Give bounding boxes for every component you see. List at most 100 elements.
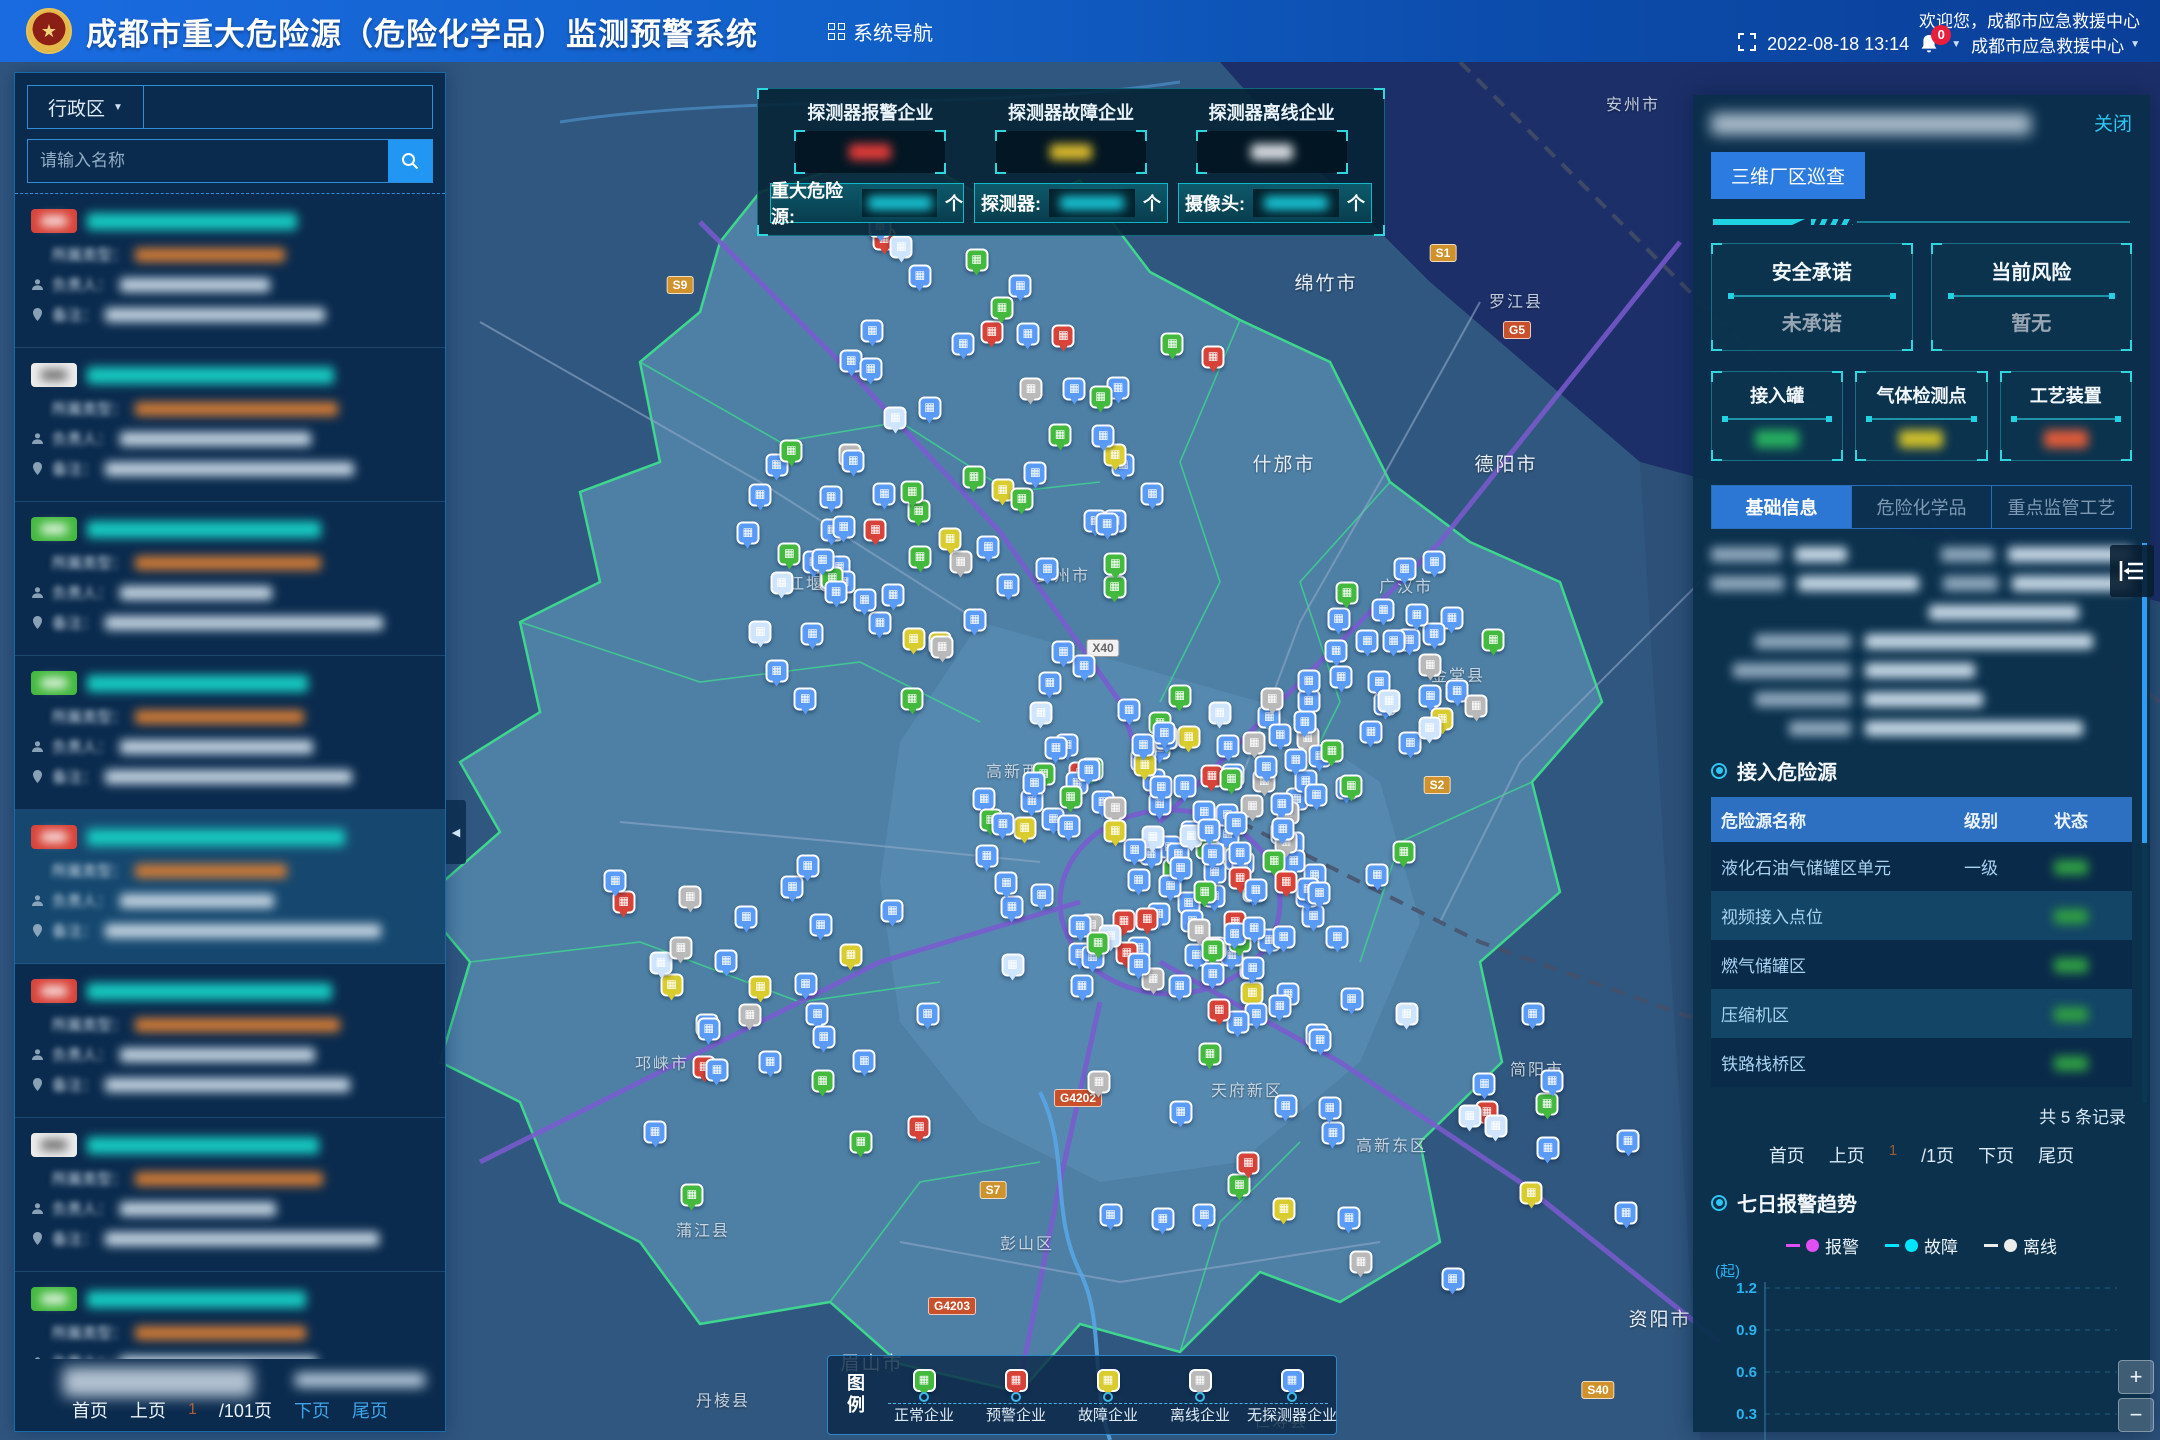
enterprise-map-pin[interactable]: ▦ bbox=[1104, 819, 1127, 842]
enterprise-map-pin[interactable]: ▦ bbox=[1418, 717, 1441, 740]
page-first-link[interactable]: 首页 bbox=[72, 1397, 108, 1423]
enterprise-map-pin[interactable]: ▦ bbox=[1326, 926, 1349, 949]
enterprise-map-pin[interactable]: ▦ bbox=[1617, 1129, 1640, 1152]
enterprise-map-pin[interactable]: ▦ bbox=[1029, 702, 1052, 725]
enterprise-map-pin[interactable]: ▦ bbox=[1521, 1003, 1544, 1026]
enterprise-map-pin[interactable]: ▦ bbox=[1141, 483, 1164, 506]
enterprise-map-pin[interactable]: ▦ bbox=[1270, 792, 1293, 815]
enterprise-map-pin[interactable]: ▦ bbox=[1059, 786, 1082, 809]
enterprise-map-pin[interactable]: ▦ bbox=[1241, 957, 1264, 980]
enterprise-map-pin[interactable]: ▦ bbox=[1225, 811, 1248, 834]
hazard-table-row[interactable]: 液化石油气储罐区单元一级 bbox=[1711, 842, 2132, 891]
enterprise-map-pin[interactable]: ▦ bbox=[1198, 819, 1221, 842]
enterprise-map-pin[interactable]: ▦ bbox=[931, 636, 954, 659]
enterprise-map-pin[interactable]: ▦ bbox=[1297, 670, 1320, 693]
enterprise-map-pin[interactable]: ▦ bbox=[1161, 333, 1184, 356]
enterprise-map-pin[interactable]: ▦ bbox=[1520, 1181, 1543, 1204]
enterprise-map-pin[interactable]: ▦ bbox=[1092, 425, 1115, 448]
enterprise-map-pin[interactable]: ▦ bbox=[759, 1051, 782, 1074]
enterprise-map-pin[interactable]: ▦ bbox=[1473, 1072, 1496, 1095]
enterprise-map-pin[interactable]: ▦ bbox=[908, 1116, 931, 1139]
panel-collapse-button[interactable] bbox=[2110, 545, 2154, 597]
enterprise-map-pin[interactable]: ▦ bbox=[882, 583, 905, 606]
enterprise-map-pin[interactable]: ▦ bbox=[1173, 774, 1196, 797]
enterprise-map-pin[interactable]: ▦ bbox=[881, 900, 904, 923]
enterprise-list-item[interactable]: 所属类型：负责人：备注： bbox=[15, 964, 445, 1118]
enterprise-map-pin[interactable]: ▦ bbox=[1201, 939, 1224, 962]
enterprise-map-pin[interactable]: ▦ bbox=[1441, 1267, 1464, 1290]
enterprise-map-pin[interactable]: ▦ bbox=[1419, 685, 1442, 708]
enterprise-map-pin[interactable]: ▦ bbox=[765, 660, 788, 683]
enterprise-list-item[interactable]: 所属类型：负责人：备注： bbox=[15, 348, 445, 502]
enterprise-map-pin[interactable]: ▦ bbox=[1208, 702, 1231, 725]
enterprise-map-pin[interactable]: ▦ bbox=[1198, 1042, 1221, 1065]
enterprise-map-pin[interactable]: ▦ bbox=[1340, 988, 1363, 1011]
enterprise-map-pin[interactable]: ▦ bbox=[1536, 1136, 1559, 1159]
enterprise-map-pin[interactable]: ▦ bbox=[1309, 1028, 1332, 1051]
enterprise-map-pin[interactable]: ▦ bbox=[1458, 1105, 1481, 1128]
enterprise-map-pin[interactable]: ▦ bbox=[873, 483, 896, 506]
enterprise-map-pin[interactable]: ▦ bbox=[1320, 740, 1343, 763]
enterprise-map-pin[interactable]: ▦ bbox=[997, 574, 1020, 597]
enterprise-map-pin[interactable]: ▦ bbox=[1104, 552, 1127, 575]
org-selector[interactable]: 成都市应急救援中心 ▼ bbox=[1971, 32, 2140, 57]
enterprise-map-pin[interactable]: ▦ bbox=[749, 976, 772, 999]
enterprise-map-pin[interactable]: ▦ bbox=[1349, 1250, 1372, 1273]
enterprise-map-pin[interactable]: ▦ bbox=[908, 265, 931, 288]
enterprise-map-pin[interactable]: ▦ bbox=[1071, 975, 1094, 998]
enterprise-map-pin[interactable]: ▦ bbox=[1340, 775, 1363, 798]
3d-patrol-button[interactable]: 三维厂区巡查 bbox=[1711, 152, 1865, 199]
enterprise-map-pin[interactable]: ▦ bbox=[801, 623, 824, 646]
enterprise-map-pin[interactable]: ▦ bbox=[853, 1049, 876, 1072]
zoom-out-button[interactable]: − bbox=[2118, 1398, 2154, 1432]
enterprise-map-pin[interactable]: ▦ bbox=[1393, 558, 1416, 581]
enterprise-list-item[interactable]: 所属类型：负责人：备注： bbox=[15, 502, 445, 656]
enterprise-map-pin[interactable]: ▦ bbox=[1382, 629, 1405, 652]
enterprise-map-pin[interactable]: ▦ bbox=[861, 320, 884, 343]
fullscreen-icon[interactable] bbox=[1737, 32, 1757, 57]
enterprise-map-pin[interactable]: ▦ bbox=[1077, 758, 1100, 781]
enterprise-map-pin[interactable]: ▦ bbox=[952, 333, 975, 356]
enterprise-list-item[interactable]: 所属类型：负责人：备注： bbox=[15, 194, 445, 348]
enterprise-map-pin[interactable]: ▦ bbox=[1153, 722, 1176, 745]
enterprise-map-pin[interactable]: ▦ bbox=[715, 950, 738, 973]
enterprise-map-pin[interactable]: ▦ bbox=[1423, 550, 1446, 573]
enterprise-map-pin[interactable]: ▦ bbox=[1335, 581, 1358, 604]
enterprise-map-pin[interactable]: ▦ bbox=[644, 1121, 667, 1144]
enterprise-map-pin[interactable]: ▦ bbox=[1366, 864, 1389, 887]
enterprise-map-pin[interactable]: ▦ bbox=[1615, 1202, 1638, 1225]
enterprise-map-pin[interactable]: ▦ bbox=[1372, 599, 1395, 622]
enterprise-map-pin[interactable]: ▦ bbox=[1169, 857, 1192, 880]
enterprise-map-pin[interactable]: ▦ bbox=[1284, 748, 1307, 771]
enterprise-map-pin[interactable]: ▦ bbox=[1229, 842, 1252, 865]
enterprise-map-pin[interactable]: ▦ bbox=[1168, 974, 1191, 997]
enterprise-map-pin[interactable]: ▦ bbox=[1127, 868, 1150, 891]
tab-危险化学品[interactable]: 危险化学品 bbox=[1852, 486, 1992, 528]
enterprise-map-pin[interactable]: ▦ bbox=[1009, 274, 1032, 297]
enterprise-map-pin[interactable]: ▦ bbox=[1013, 817, 1036, 840]
enterprise-map-pin[interactable]: ▦ bbox=[1132, 733, 1155, 756]
enterprise-map-pin[interactable]: ▦ bbox=[770, 571, 793, 594]
enterprise-map-pin[interactable]: ▦ bbox=[902, 628, 925, 651]
enterprise-map-pin[interactable]: ▦ bbox=[1208, 999, 1231, 1022]
panel-page-prev[interactable]: 上页 bbox=[1829, 1142, 1865, 1168]
enterprise-map-pin[interactable]: ▦ bbox=[1177, 725, 1200, 748]
enterprise-map-pin[interactable]: ▦ bbox=[1263, 850, 1286, 873]
enterprise-map-pin[interactable]: ▦ bbox=[991, 813, 1014, 836]
enterprise-map-pin[interactable]: ▦ bbox=[1073, 655, 1096, 678]
enterprise-map-pin[interactable]: ▦ bbox=[1019, 377, 1042, 400]
enterprise-map-pin[interactable]: ▦ bbox=[1359, 720, 1382, 743]
enterprise-map-pin[interactable]: ▦ bbox=[679, 886, 702, 909]
sidebar-collapse-tab[interactable]: ◀ bbox=[446, 800, 466, 864]
enterprise-map-pin[interactable]: ▦ bbox=[890, 235, 913, 258]
enterprise-map-pin[interactable]: ▦ bbox=[977, 536, 1000, 559]
enterprise-map-pin[interactable]: ▦ bbox=[1217, 735, 1240, 758]
enterprise-map-pin[interactable]: ▦ bbox=[1423, 623, 1446, 646]
page-prev-link[interactable]: 上页 bbox=[130, 1397, 166, 1423]
enterprise-map-pin[interactable]: ▦ bbox=[1057, 815, 1080, 838]
enterprise-map-pin[interactable]: ▦ bbox=[811, 549, 834, 572]
enterprise-map-pin[interactable]: ▦ bbox=[1127, 952, 1150, 975]
enterprise-map-pin[interactable]: ▦ bbox=[1484, 1115, 1507, 1138]
page-last-link[interactable]: 尾页 bbox=[352, 1397, 388, 1423]
enterprise-map-pin[interactable]: ▦ bbox=[1036, 557, 1059, 580]
